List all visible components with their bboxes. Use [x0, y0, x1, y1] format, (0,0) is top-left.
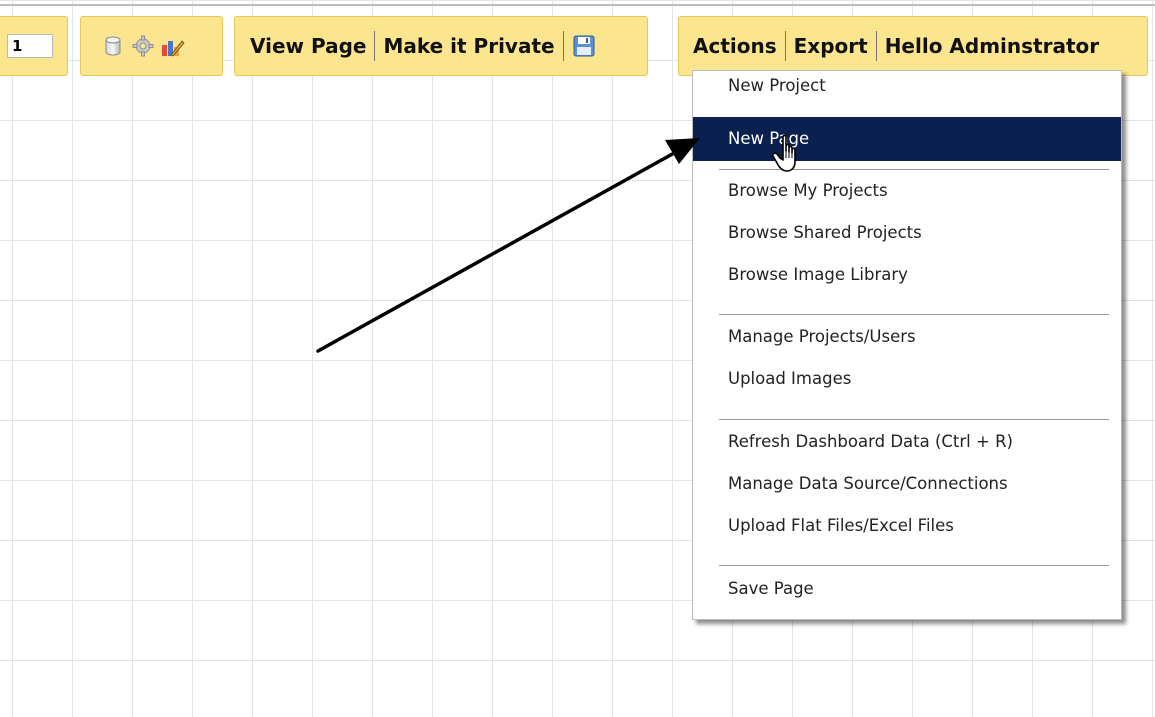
annotation-arrow: [316, 138, 700, 353]
annotation-arrow-shaft: [316, 150, 678, 353]
annotation-arrow-head: [665, 138, 700, 164]
